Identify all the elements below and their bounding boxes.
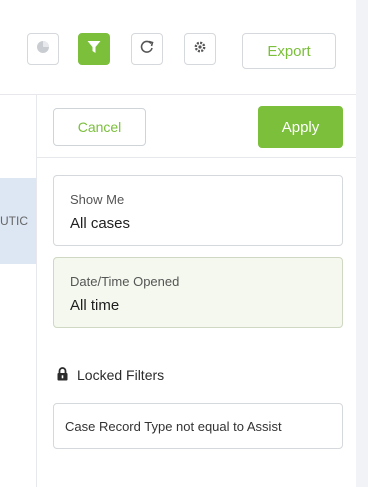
- cancel-button[interactable]: Cancel: [53, 108, 146, 146]
- settings-icon: [192, 39, 208, 60]
- scrollbar-track[interactable]: [356, 0, 368, 487]
- settings-button[interactable]: [184, 33, 216, 65]
- filter-value: All time: [70, 297, 120, 314]
- locked-filters-title: Locked Filters: [77, 367, 165, 383]
- locked-filters-heading: Locked Filters: [57, 365, 164, 385]
- filter-label: Date/Time Opened: [70, 274, 180, 289]
- report-page: Export UTIC Cancel Apply Show Me All cas…: [0, 0, 368, 487]
- filter-button[interactable]: [78, 33, 110, 65]
- apply-button[interactable]: Apply: [258, 106, 343, 148]
- filter-icon: [86, 39, 102, 60]
- apply-label: Apply: [281, 118, 320, 136]
- pie-chart-icon: [36, 40, 50, 59]
- refresh-button[interactable]: [131, 33, 163, 65]
- filter-label: Show Me: [70, 192, 125, 207]
- filter-value: All cases: [70, 215, 131, 232]
- date-opened-filter[interactable]: Date/Time Opened All time: [53, 257, 343, 328]
- chart-toggle-button[interactable]: [27, 33, 59, 65]
- refresh-icon: [139, 39, 155, 60]
- export-button[interactable]: Export: [242, 33, 336, 69]
- cancel-label: Cancel: [77, 119, 122, 135]
- locked-filter-text: Case Record Type not equal to Assist: [65, 418, 282, 434]
- export-label: Export: [267, 42, 311, 60]
- show-me-filter[interactable]: Show Me All cases: [53, 175, 343, 246]
- truncated-column-label: UTIC: [0, 214, 28, 228]
- panel-divider: [37, 157, 356, 158]
- locked-filter-item: Case Record Type not equal to Assist: [53, 403, 343, 449]
- lock-icon: [57, 366, 68, 384]
